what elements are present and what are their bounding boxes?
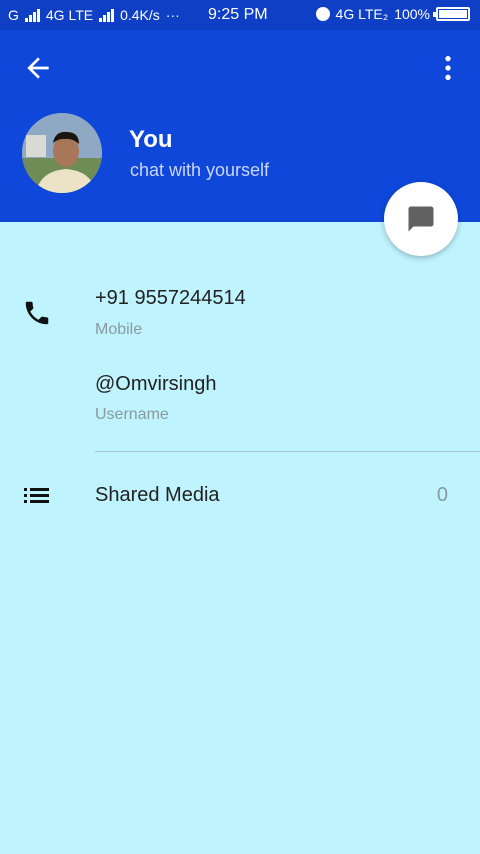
avatar[interactable] <box>22 113 102 193</box>
shared-media-label: Shared Media <box>95 484 220 506</box>
divider <box>95 451 480 452</box>
profile-subtitle: chat with yourself <box>130 160 270 180</box>
phone-type-label: Mobile <box>95 321 143 338</box>
more-vert-icon <box>445 56 451 80</box>
open-chat-button[interactable] <box>384 182 458 256</box>
avatar-photo <box>22 113 102 193</box>
shared-media-row[interactable]: Shared Media 0 <box>0 465 480 525</box>
carrier-2-label: 4G LTE <box>45 7 94 23</box>
status-bar: G 4G LTE 0.4K/s ··· 9:25 PM 4G LTE₂ 100% <box>0 0 480 30</box>
phone-number[interactable]: +91 9557244514 <box>95 287 246 310</box>
more-options-button[interactable] <box>432 52 464 84</box>
profile-name: You <box>129 126 173 153</box>
signal-icon <box>24 8 40 22</box>
battery-percent: 100% <box>394 6 430 22</box>
more-notifications-indicator: ··· <box>165 7 180 23</box>
shared-media-count: 0 <box>436 484 448 506</box>
arrow-left-icon <box>27 57 49 79</box>
alarm-icon <box>315 7 330 21</box>
back-button[interactable] <box>22 52 54 84</box>
carrier-1-label: G <box>8 7 19 23</box>
clock: 9:25 PM <box>208 6 268 23</box>
battery-icon <box>433 7 470 21</box>
username-label: Username <box>95 406 169 423</box>
status-left: G 4G LTE 0.4K/s ··· <box>8 7 180 23</box>
signal-icon <box>99 8 115 22</box>
chat-bubble-icon <box>408 206 434 232</box>
phone-icon <box>25 301 49 325</box>
username-value[interactable]: @Omvirsingh <box>95 373 216 396</box>
network-speed: 0.4K/s <box>120 7 160 23</box>
network-right-label: 4G LTE₂ <box>335 6 389 22</box>
list-icon <box>24 488 49 503</box>
status-right: 4G LTE₂ 100% <box>315 6 470 22</box>
